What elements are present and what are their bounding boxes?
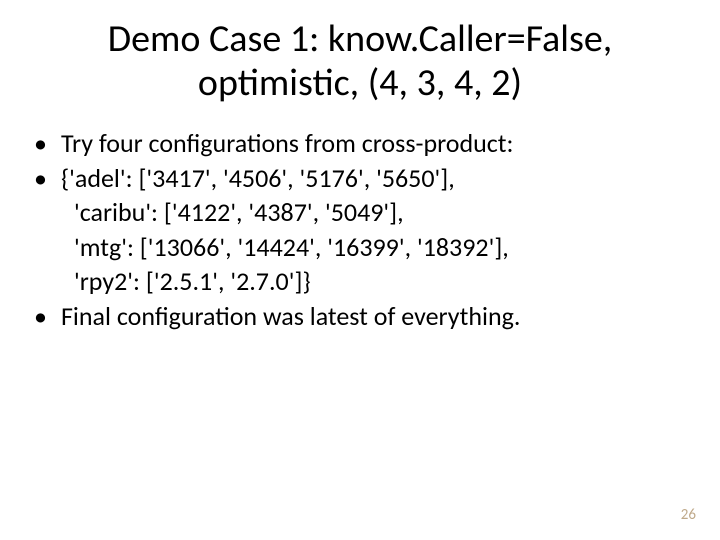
bullet-dot-icon: • [34,127,47,160]
bullet-dot-icon: • [34,300,47,333]
bullet-1: • Try four configurations from cross-pro… [30,127,690,160]
slide-body: • Try four configurations from cross-pro… [0,115,720,332]
slide: Demo Case 1: know.Caller=False, optimist… [0,0,720,540]
bullet-2-cont-2: 'mtg': ['13066', '14424', '16399', '1839… [74,231,690,264]
bullet-2-cont-3: 'rpy2': ['2.5.1', '2.7.0']} [74,265,690,298]
page-number: 26 [681,506,696,524]
title-line-2: optimistic, (4, 3, 4, 2) [198,60,522,106]
bullet-2-cont-1: 'caribu': ['4122', '4387', '5049'], [74,196,690,229]
title-line-1: Demo Case 1: know.Caller=False, [108,16,612,62]
slide-title: Demo Case 1: know.Caller=False, optimist… [0,0,720,115]
bullet-1-text: Try four configurations from cross-produ… [61,127,690,160]
bullet-3-text: Final configuration was latest of everyt… [61,300,690,333]
bullet-3: • Final configuration was latest of ever… [30,300,690,333]
bullet-dot-icon: • [34,162,47,195]
bullet-2: • {'adel': ['3417', '4506', '5176', '565… [30,162,690,195]
bullet-2-text: {'adel': ['3417', '4506', '5176', '5650'… [61,162,690,195]
